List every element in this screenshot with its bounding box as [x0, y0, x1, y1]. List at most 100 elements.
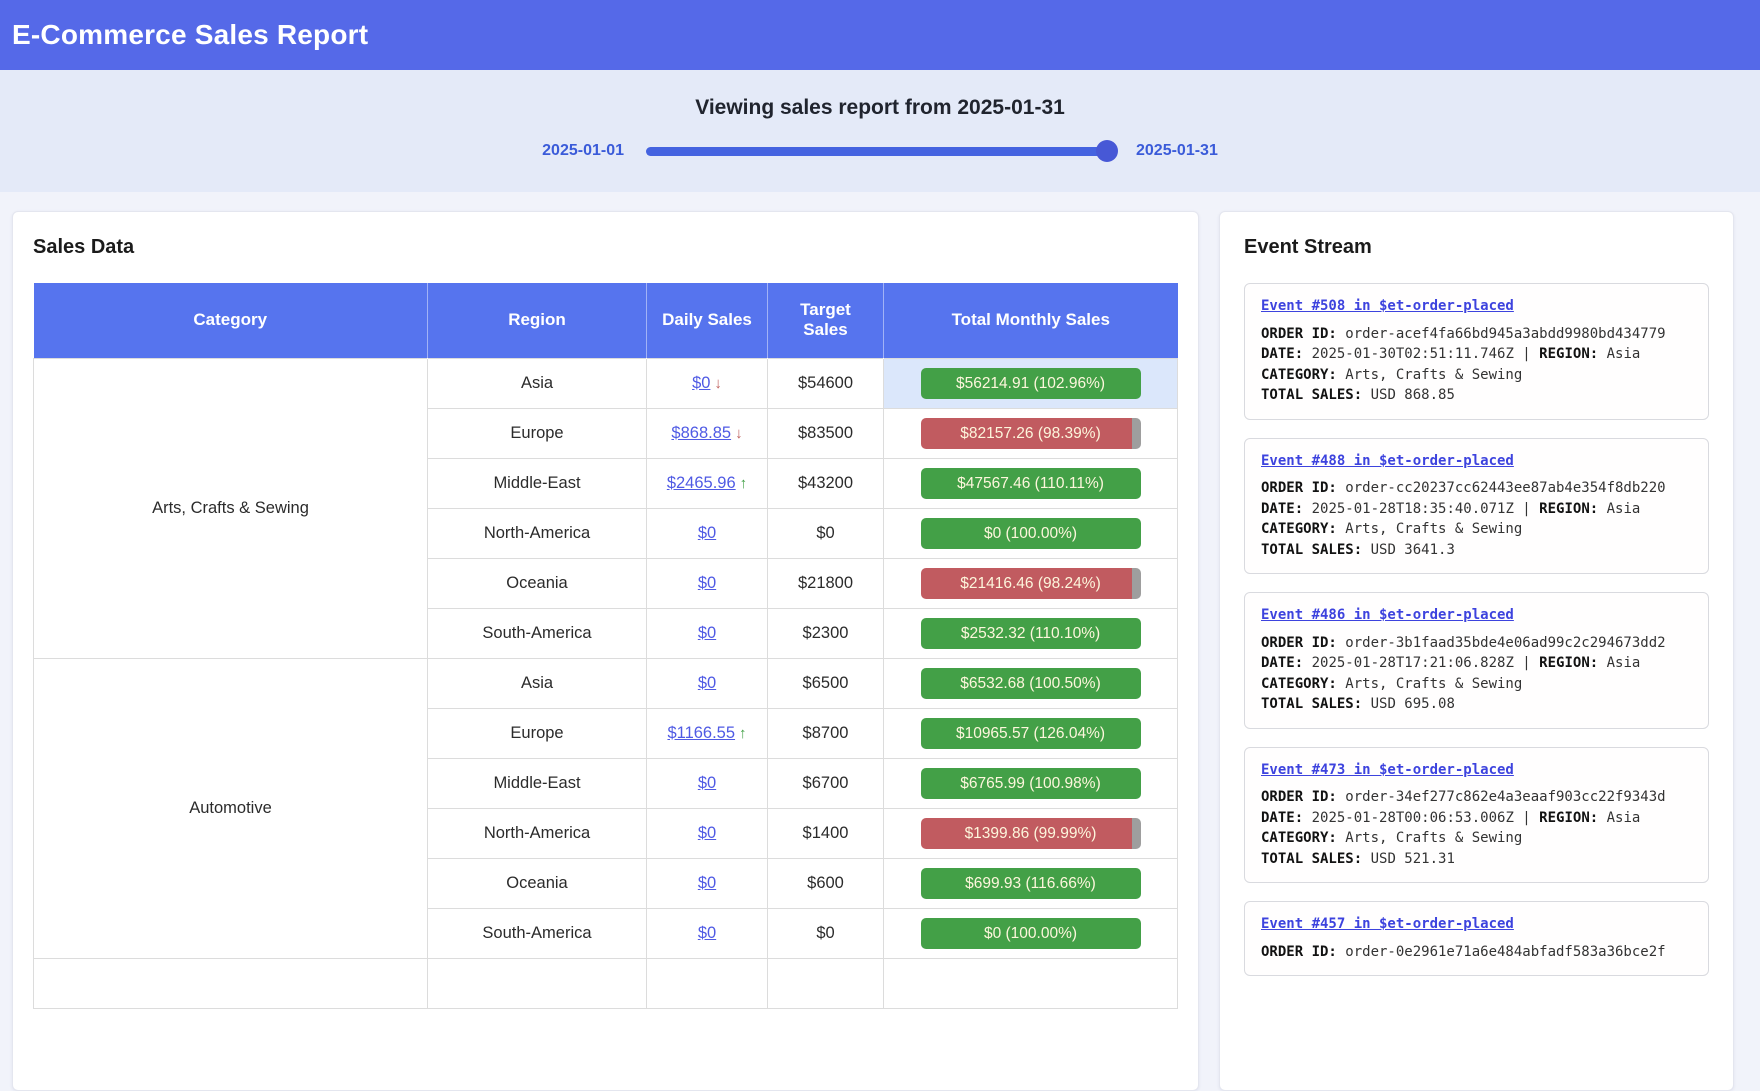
total-monthly-sales-cell: $699.93 (116.66%): [884, 858, 1178, 908]
event-field-category: CATEGORY: Arts, Crafts & Sewing: [1261, 674, 1692, 695]
target-sales-cell: $2300: [768, 608, 884, 658]
event-field-total-sales: TOTAL SALES: USD 521.31: [1261, 849, 1692, 870]
event-field-total-sales: TOTAL SALES: USD 868.85: [1261, 385, 1692, 406]
target-sales-cell: $0: [768, 508, 884, 558]
total-monthly-sales-cell: $6532.68 (100.50%): [884, 658, 1178, 708]
region-cell: Europe: [428, 408, 647, 458]
daily-sales-cell: $2465.96↑: [647, 458, 768, 508]
trend-up-icon: ↑: [740, 475, 748, 492]
event-list: Event #508 in $et-order-placed ORDER ID: …: [1244, 283, 1709, 976]
target-sales-cell: $8700: [768, 708, 884, 758]
trend-up-icon: ↑: [739, 725, 747, 742]
total-monthly-sales-cell: $1399.86 (99.99%): [884, 808, 1178, 858]
event-field-category: CATEGORY: Arts, Crafts & Sewing: [1261, 519, 1692, 540]
column-header-category: Category: [34, 283, 428, 358]
slider-thumb[interactable]: [1096, 140, 1118, 162]
total-monthly-sales-cell: $47567.46 (110.11%): [884, 458, 1178, 508]
sales-data-heading: Sales Data: [33, 236, 1178, 259]
event-link[interactable]: Event #457 in $et-order-placed: [1261, 914, 1514, 935]
region-cell: Oceania: [428, 558, 647, 608]
sales-table-body: Arts, Crafts & SewingAsia$0↓$54600$56214…: [34, 358, 1178, 1008]
date-range-slider[interactable]: [646, 140, 1114, 162]
monthly-sales-badge: $6765.99 (100.98%): [921, 768, 1141, 799]
daily-sales-link[interactable]: $0: [698, 674, 716, 692]
daily-sales-cell: $0: [647, 808, 768, 858]
sales-data-panel: Sales Data Category Region Daily Sales T…: [12, 211, 1199, 1091]
monthly-sales-badge: $82157.26 (98.39%): [921, 418, 1141, 449]
column-header-region: Region: [428, 283, 647, 358]
category-cell: Arts, Crafts & Sewing: [34, 358, 428, 658]
region-cell: South-America: [428, 908, 647, 958]
daily-sales-link[interactable]: $1166.55: [667, 724, 735, 742]
total-monthly-sales-cell: $82157.26 (98.39%): [884, 408, 1178, 458]
slider-track[interactable]: [646, 147, 1114, 156]
trend-down-icon: ↓: [735, 425, 743, 442]
target-sales-cell: $600: [768, 858, 884, 908]
target-sales-cell: $1400: [768, 808, 884, 858]
daily-sales-cell: $0: [647, 558, 768, 608]
slider-end-label: 2025-01-31: [1136, 142, 1218, 160]
monthly-sales-badge: $699.93 (116.66%): [921, 868, 1141, 899]
daily-sales-link[interactable]: $0: [698, 924, 716, 942]
daily-sales-link[interactable]: $0: [698, 824, 716, 842]
daily-sales-link[interactable]: $0: [692, 374, 710, 392]
region-cell: South-America: [428, 608, 647, 658]
monthly-sales-badge: $1399.86 (99.99%): [921, 818, 1141, 849]
table-row: Arts, Crafts & SewingAsia$0↓$54600$56214…: [34, 358, 1178, 408]
total-monthly-sales-cell: $0 (100.00%): [884, 908, 1178, 958]
monthly-sales-badge: $6532.68 (100.50%): [921, 668, 1141, 699]
event-link[interactable]: Event #486 in $et-order-placed: [1261, 605, 1514, 626]
event-stream-heading: Event Stream: [1244, 236, 1709, 259]
event-card: Event #488 in $et-order-placedORDER ID: …: [1244, 438, 1709, 575]
page-title: E-Commerce Sales Report: [12, 19, 368, 51]
daily-sales-link[interactable]: $0: [698, 774, 716, 792]
region-cell: Asia: [428, 658, 647, 708]
target-sales-cell: $0: [768, 908, 884, 958]
monthly-sales-badge: $21416.46 (98.24%): [921, 568, 1141, 599]
region-cell: North-America: [428, 808, 647, 858]
region-cell: North-America: [428, 508, 647, 558]
monthly-sales-badge: $47567.46 (110.11%): [921, 468, 1141, 499]
daily-sales-cell: $0: [647, 858, 768, 908]
monthly-sales-badge: $2532.32 (110.10%): [921, 618, 1141, 649]
target-sales-cell: $83500: [768, 408, 884, 458]
event-field-category: CATEGORY: Arts, Crafts & Sewing: [1261, 365, 1692, 386]
event-link[interactable]: Event #508 in $et-order-placed: [1261, 296, 1514, 317]
target-sales-cell: $54600: [768, 358, 884, 408]
daily-sales-link[interactable]: $0: [698, 874, 716, 892]
event-field-date-region: DATE: 2025-01-28T18:35:40.071Z | REGION:…: [1261, 499, 1692, 520]
daily-sales-link[interactable]: $0: [698, 524, 716, 542]
total-monthly-sales-cell: $21416.46 (98.24%): [884, 558, 1178, 608]
column-header-target-sales: Target Sales: [768, 283, 884, 358]
target-sales-cell: $6700: [768, 758, 884, 808]
slider-title: Viewing sales report from 2025-01-31: [0, 96, 1760, 120]
table-row: [34, 958, 1178, 1008]
target-sales-cell: $21800: [768, 558, 884, 608]
target-sales-cell: $43200: [768, 458, 884, 508]
slider-start-label: 2025-01-01: [542, 142, 624, 160]
daily-sales-link[interactable]: $868.85: [671, 424, 731, 442]
event-field-total-sales: TOTAL SALES: USD 695.08: [1261, 694, 1692, 715]
daily-sales-link[interactable]: $0: [698, 624, 716, 642]
main-content: Sales Data Category Region Daily Sales T…: [0, 192, 1760, 1091]
event-field-date-region: DATE: 2025-01-28T17:21:06.828Z | REGION:…: [1261, 653, 1692, 674]
column-header-daily-sales: Daily Sales: [647, 283, 768, 358]
column-header-total-monthly-sales: Total Monthly Sales: [884, 283, 1178, 358]
daily-sales-cell: $1166.55↑: [647, 708, 768, 758]
table-row: AutomotiveAsia$0$6500$6532.68 (100.50%): [34, 658, 1178, 708]
event-link[interactable]: Event #473 in $et-order-placed: [1261, 760, 1514, 781]
event-field-date-region: DATE: 2025-01-28T00:06:53.006Z | REGION:…: [1261, 808, 1692, 829]
trend-down-icon: ↓: [714, 375, 722, 392]
daily-sales-cell: $868.85↓: [647, 408, 768, 458]
daily-sales-cell: $0: [647, 758, 768, 808]
event-field-order-id: ORDER ID: order-34ef277c862e4a3eaaf903cc…: [1261, 787, 1692, 808]
daily-sales-cell: $0↓: [647, 358, 768, 408]
event-field-total-sales: TOTAL SALES: USD 3641.3: [1261, 540, 1692, 561]
event-link[interactable]: Event #488 in $et-order-placed: [1261, 451, 1514, 472]
event-stream-panel: Event Stream Event #508 in $et-order-pla…: [1219, 211, 1734, 1091]
region-cell: Middle-East: [428, 458, 647, 508]
daily-sales-link[interactable]: $0: [698, 574, 716, 592]
date-slider-section: Viewing sales report from 2025-01-31 202…: [0, 70, 1760, 192]
daily-sales-link[interactable]: $2465.96: [667, 474, 736, 492]
daily-sales-cell: $0: [647, 508, 768, 558]
